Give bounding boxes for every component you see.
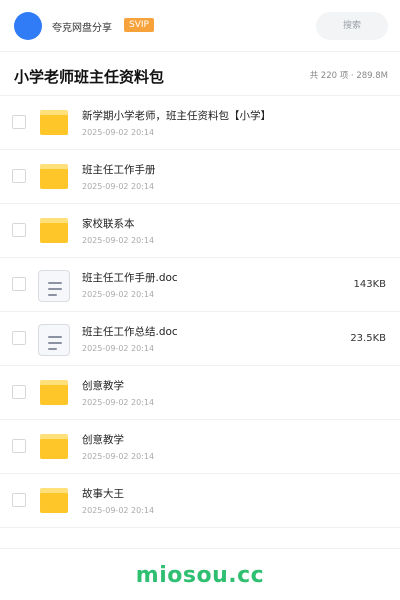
page-title: 小学老师班主任资料包: [14, 68, 165, 86]
list-item[interactable]: 班主任工作手册.doc 2025-09-02 20:14 143KB: [0, 258, 400, 312]
item-name: 创意教学: [82, 434, 124, 446]
item-checkbox[interactable]: [12, 115, 26, 129]
item-checkbox[interactable]: [12, 277, 26, 291]
list-item[interactable]: 创意教学 2025-09-02 20:14: [0, 420, 400, 474]
avatar[interactable]: [14, 12, 42, 40]
site-watermark: miosou.cc: [135, 563, 265, 588]
item-date: 2025-09-02 20:14: [82, 182, 155, 191]
item-size: 23.5KB: [350, 333, 386, 344]
list-item[interactable]: 创意教学 2025-09-02 20:14: [0, 366, 400, 420]
svip-badge: SVIP: [124, 18, 154, 32]
document-icon: [38, 324, 70, 356]
list-item[interactable]: 班主任工作总结.doc 2025-09-02 20:14 23.5KB: [0, 312, 400, 366]
item-checkbox[interactable]: [12, 331, 26, 345]
list-item[interactable]: 班主任工作手册 2025-09-02 20:14: [0, 150, 400, 204]
item-checkbox[interactable]: [12, 223, 26, 237]
list-item[interactable]: 新学期小学老师，班主任资料包【小学】 2025-09-02 20:14: [0, 96, 400, 150]
item-name: 班主任工作手册: [82, 164, 156, 176]
folder-meta: 共 220 项 · 289.8M: [309, 71, 388, 81]
item-date: 2025-09-02 20:14: [82, 344, 155, 353]
list-item[interactable]: 故事大王 2025-09-02 20:14: [0, 474, 400, 528]
item-name: 新学期小学老师，班主任资料包【小学】: [82, 110, 271, 122]
folder-icon: [38, 378, 70, 410]
item-checkbox[interactable]: [12, 493, 26, 507]
app-header: 夸克网盘分享 SVIP 搜索: [0, 0, 400, 52]
item-date: 2025-09-02 20:14: [82, 506, 155, 515]
item-date: 2025-09-02 20:14: [82, 236, 155, 245]
item-checkbox[interactable]: [12, 169, 26, 183]
item-date: 2025-09-02 20:14: [82, 290, 155, 299]
footer: miosou.cc: [0, 548, 400, 600]
item-checkbox[interactable]: [12, 385, 26, 399]
item-name: 班主任工作总结.doc: [82, 326, 178, 338]
item-name: 创意教学: [82, 380, 124, 392]
folder-title-bar: 小学老师班主任资料包 共 220 项 · 289.8M: [0, 52, 400, 96]
item-name: 班主任工作手册.doc: [82, 272, 178, 284]
search-input[interactable]: 搜索: [316, 12, 388, 40]
item-checkbox[interactable]: [12, 439, 26, 453]
item-date: 2025-09-02 20:14: [82, 452, 155, 461]
document-icon: [38, 270, 70, 302]
item-date: 2025-09-02 20:14: [82, 398, 155, 407]
folder-icon: [38, 216, 70, 248]
item-name: 故事大王: [82, 488, 124, 500]
brand-name: 夸克网盘分享: [52, 23, 112, 34]
list-item[interactable]: 家校联系本 2025-09-02 20:14: [0, 204, 400, 258]
item-name: 家校联系本: [82, 218, 135, 230]
item-size: 143KB: [353, 279, 386, 290]
folder-icon: [38, 162, 70, 194]
item-date: 2025-09-02 20:14: [82, 128, 155, 137]
folder-icon: [38, 108, 70, 140]
folder-icon: [38, 486, 70, 518]
file-list: 新学期小学老师，班主任资料包【小学】 2025-09-02 20:14 班主任工…: [0, 96, 400, 528]
folder-icon: [38, 432, 70, 464]
